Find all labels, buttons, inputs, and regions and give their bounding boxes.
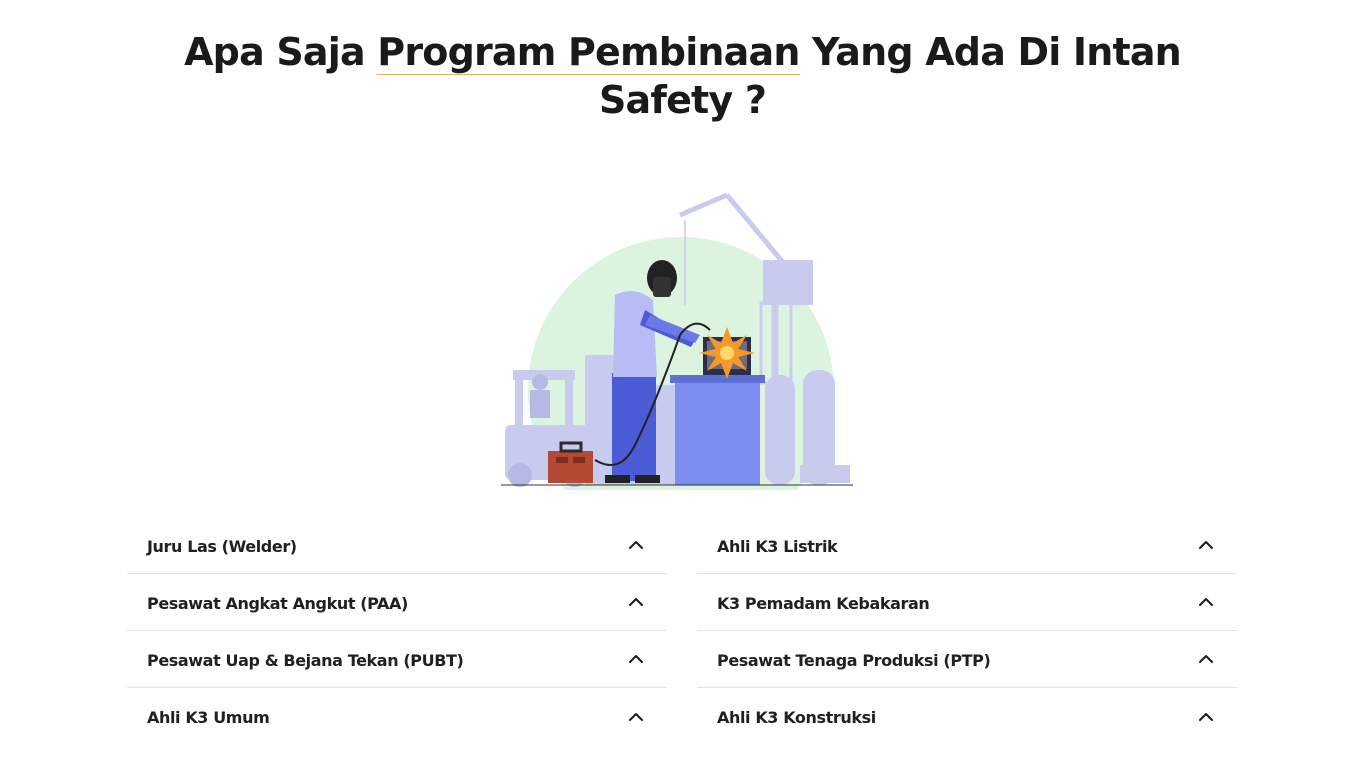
chevron-up-icon[interactable] (1197, 650, 1215, 668)
page: Apa Saja Program Pembinaan Yang Ada Di I… (0, 0, 1365, 781)
title-part-2: Yang Ada Di Intan (799, 30, 1182, 74)
faq-title: Ahli K3 Listrik (717, 536, 838, 556)
faq-item[interactable]: Ahli K3 Umum (127, 688, 667, 745)
chevron-up-icon[interactable] (1197, 708, 1215, 726)
faq-title: Pesawat Angkat Angkut (PAA) (147, 593, 408, 613)
faq-item[interactable]: Ahli K3 Konstruksi (697, 688, 1237, 745)
faq-title: Pesawat Tenaga Produksi (PTP) (717, 650, 991, 670)
chevron-up-icon[interactable] (627, 708, 645, 726)
title-highlight: Program Pembinaan (377, 30, 800, 75)
page-title: Apa Saja Program Pembinaan Yang Ada Di I… (0, 28, 1365, 124)
chevron-up-icon[interactable] (627, 650, 645, 668)
faq-title: Ahli K3 Umum (147, 708, 270, 727)
faq-title: Juru Las (Welder) (147, 536, 297, 556)
chevron-up-icon[interactable] (627, 536, 645, 554)
faq-list-left: Juru Las (Welder) Pesawat Angkat Angkut … (127, 517, 667, 745)
faq-item[interactable]: Ahli K3 Listrik (697, 517, 1237, 574)
faq-item[interactable]: Pesawat Uap & Bejana Tekan (PUBT) (127, 631, 667, 688)
faq-item[interactable]: Pesawat Angkat Angkut (PAA) (127, 574, 667, 631)
faq-item[interactable]: Pesawat Tenaga Produksi (PTP) (697, 631, 1237, 688)
faq-title: K3 Pemadam Kebakaran (717, 593, 930, 613)
faq-item[interactable]: K3 Pemadam Kebakaran (697, 574, 1237, 631)
chevron-up-icon[interactable] (1197, 536, 1215, 554)
faq-title: Ahli K3 Konstruksi (717, 708, 876, 727)
title-part-1: Apa Saja (184, 30, 378, 74)
welder-illustration (495, 185, 860, 543)
chevron-up-icon[interactable] (1197, 593, 1215, 611)
title-line-2: Safety ? (598, 78, 767, 122)
faq-item[interactable]: Juru Las (Welder) (127, 517, 667, 574)
work-table (675, 380, 760, 485)
faq-title: Pesawat Uap & Bejana Tekan (PUBT) (147, 650, 464, 670)
chevron-up-icon[interactable] (627, 593, 645, 611)
faq-list-right: Ahli K3 Listrik K3 Pemadam Kebakaran Pes… (697, 517, 1237, 745)
